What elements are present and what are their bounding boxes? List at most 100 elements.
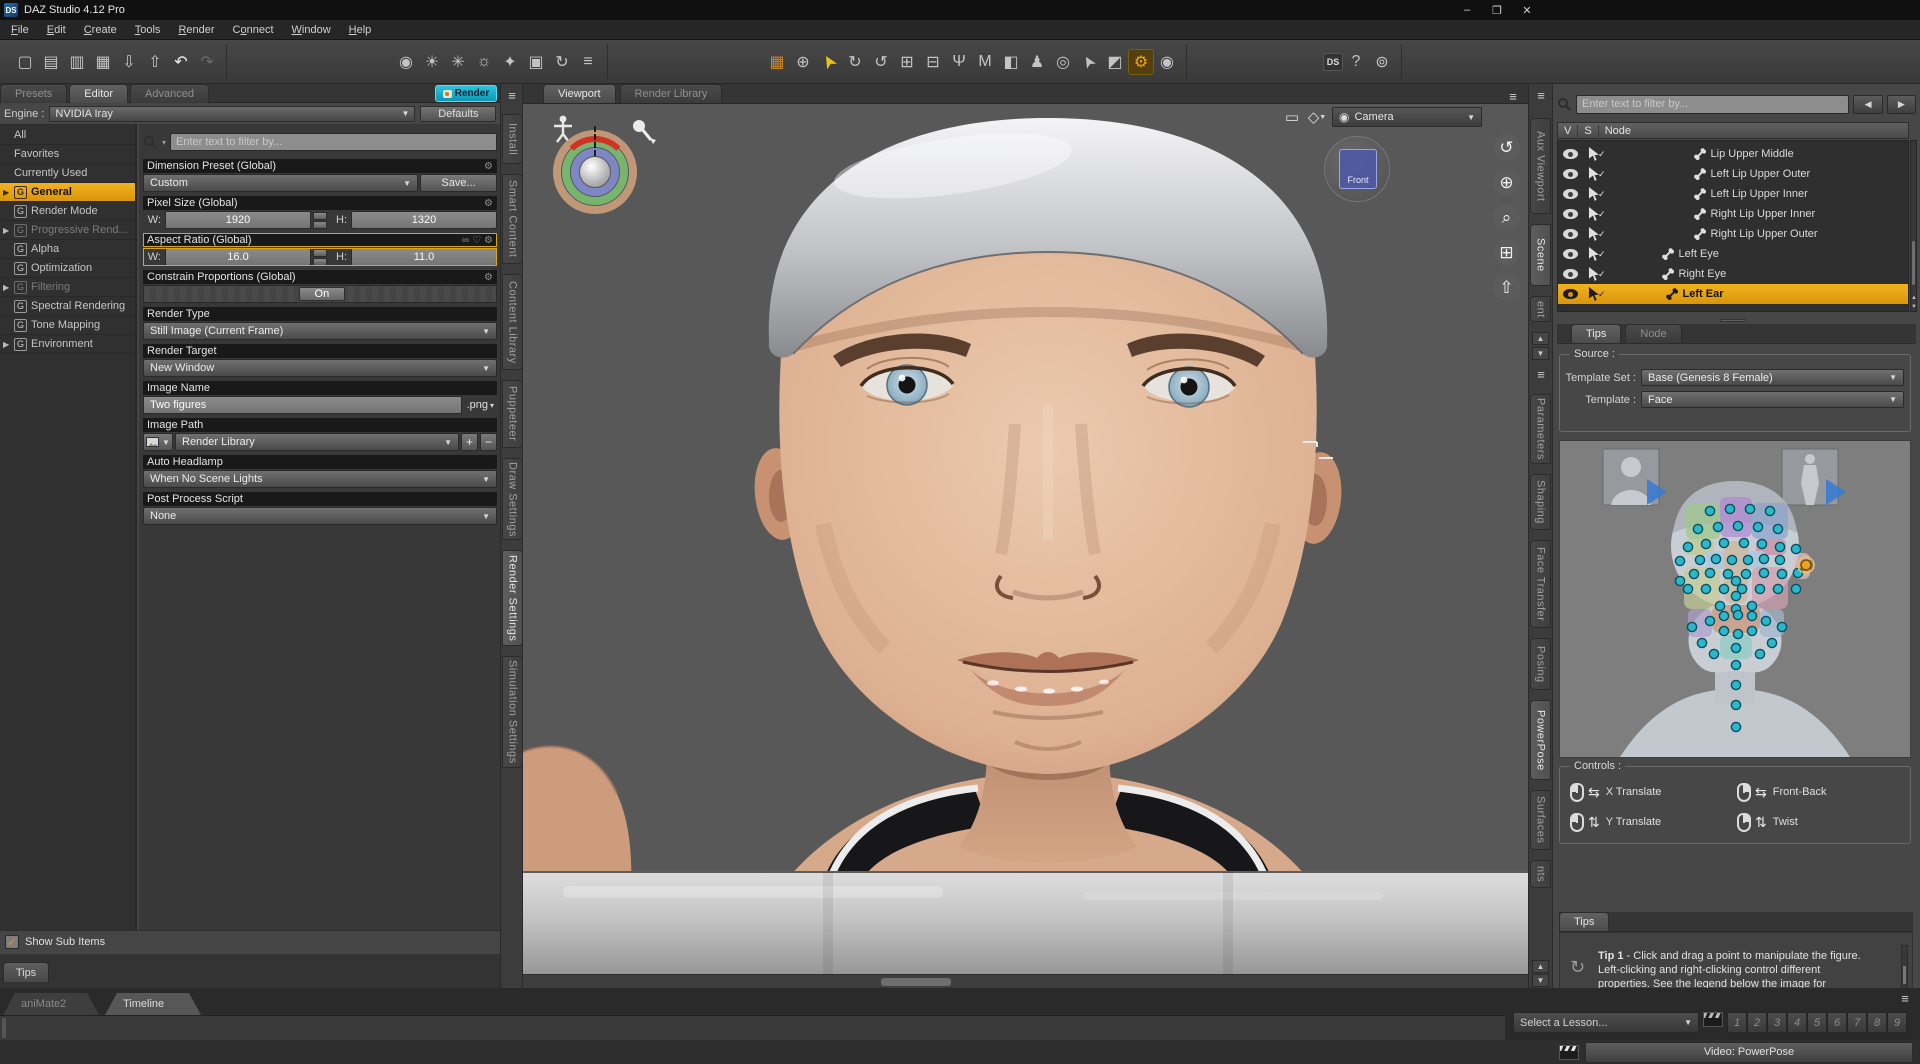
minimize-button[interactable]: – xyxy=(1452,1,1482,19)
export-icon[interactable]: ⇧ xyxy=(142,49,168,75)
category-progressive-rend-[interactable]: ▶GProgressive Rend... xyxy=(0,221,135,240)
dimension-preset-dropdown[interactable]: Custom▼ xyxy=(143,174,418,192)
orbit-rings-widget[interactable] xyxy=(553,130,637,214)
category-currently-used[interactable]: Currently Used xyxy=(0,164,135,183)
frame-tool-icon[interactable]: ⊞ xyxy=(1493,239,1520,266)
render-icon-icon[interactable]: ◉ xyxy=(1154,49,1180,75)
gear-icon[interactable]: ⚙ xyxy=(484,235,493,246)
menu-help[interactable]: Help xyxy=(340,21,381,39)
lesson-page-4[interactable]: 4 xyxy=(1787,1012,1807,1033)
pane-tab-nts[interactable]: nts xyxy=(1530,860,1551,888)
pane-tab-aux-viewport[interactable]: Aux Viewport xyxy=(1530,118,1551,214)
scene-node-row[interactable]: ✓ Right Lip Upper Outer xyxy=(1558,224,1908,244)
settings-filter-input[interactable] xyxy=(170,133,497,151)
scene-node-row[interactable]: ✓ Left Lip Upper Outer xyxy=(1558,164,1908,184)
pane-tab-surfaces[interactable]: Surfaces xyxy=(1530,790,1551,850)
menu-window[interactable]: Window xyxy=(283,21,340,39)
image-path-icon-button[interactable]: ▼ xyxy=(143,433,173,451)
inspector-tab-node[interactable]: Node xyxy=(1625,324,1681,343)
scene-node-row[interactable]: ✓ Left Ear xyxy=(1558,284,1908,304)
tab-presets[interactable]: Presets xyxy=(0,84,67,103)
pane-menu-icon[interactable]: ≡ xyxy=(1532,366,1550,382)
lesson-page-2[interactable]: 2 xyxy=(1747,1012,1767,1033)
lesson-page-9[interactable]: 9 xyxy=(1887,1012,1907,1033)
weight-brush-icon[interactable]: M xyxy=(972,49,998,75)
category-filtering[interactable]: ▶GFiltering xyxy=(0,278,135,297)
menu-render[interactable]: Render xyxy=(169,21,223,39)
lesson-page-8[interactable]: 8 xyxy=(1867,1012,1887,1033)
scene-node-row[interactable]: ✓ Left Eye xyxy=(1558,244,1908,264)
viewport-tool-icon[interactable]: ⊕ xyxy=(790,49,816,75)
scene-node-row[interactable]: ✓ Left Lip Upper Inner xyxy=(1558,184,1908,204)
setting-dropdown[interactable]: Still Image (Current Frame)▼ xyxy=(143,322,497,340)
pane-tab-powerpose[interactable]: PowerPose xyxy=(1530,700,1551,780)
online-icon[interactable]: ⊚ xyxy=(1369,49,1395,75)
category-favorites[interactable]: Favorites xyxy=(0,145,135,164)
aspect-frame-icon[interactable]: ▭ xyxy=(1282,108,1302,126)
heart-icon[interactable]: ♡ xyxy=(472,235,481,246)
scene-info-icon[interactable]: ≡ xyxy=(575,49,601,75)
bottom-tab-animate2[interactable]: aniMate2 xyxy=(3,993,99,1015)
column-v[interactable]: V xyxy=(1558,125,1578,137)
scene-filter-input[interactable] xyxy=(1576,95,1849,114)
visibility-eye-icon[interactable] xyxy=(1563,269,1578,279)
show-sub-items-checkbox[interactable]: ✓ xyxy=(5,935,19,949)
new-file-icon[interactable]: ▢ xyxy=(12,49,38,75)
remove-path-button[interactable]: − xyxy=(480,433,497,451)
menu-connect[interactable]: Connect xyxy=(224,21,283,39)
pane-tab-smart-content[interactable]: Smart Content xyxy=(502,174,523,264)
close-button[interactable]: ✕ xyxy=(1512,1,1542,19)
add-path-button[interactable]: + xyxy=(461,433,478,451)
image-name-field[interactable]: Two figures xyxy=(143,396,462,414)
height-field[interactable]: 1320 xyxy=(351,211,497,229)
save-as-icon[interactable]: ▥ xyxy=(64,49,90,75)
daz-store-icon[interactable]: DS xyxy=(1323,53,1343,71)
orbit-tool-icon[interactable]: ↺ xyxy=(868,49,894,75)
gear-icon[interactable]: ⚙ xyxy=(484,198,493,209)
pane-tab-install[interactable]: Install xyxy=(502,114,523,164)
spinner[interactable] xyxy=(313,248,327,266)
pane-menu-icon[interactable]: ≡ xyxy=(1532,87,1550,103)
surface-selection-icon[interactable]: ◩ xyxy=(1102,49,1128,75)
template-set-dropdown[interactable]: Base (Genesis 8 Female)▼ xyxy=(1641,369,1904,386)
engine-dropdown[interactable]: NVIDIA Iray▼ xyxy=(49,106,415,122)
open-file-icon[interactable]: ▤ xyxy=(38,49,64,75)
import-icon[interactable]: ⇩ xyxy=(116,49,142,75)
scene-scrollbar[interactable]: ▲ ▼ xyxy=(1910,140,1917,312)
inspector-tab-tips[interactable]: Tips xyxy=(1571,324,1621,343)
save-button[interactable]: Save... xyxy=(420,174,497,192)
pane-tab-scene[interactable]: Scene xyxy=(1530,224,1551,286)
category-general[interactable]: ▶GGeneral xyxy=(0,183,135,202)
menu-file[interactable]: File xyxy=(2,21,38,39)
geometry-editor-icon[interactable]: ◧ xyxy=(998,49,1024,75)
width-field[interactable]: 1920 xyxy=(165,211,311,229)
visibility-eye-icon[interactable] xyxy=(1563,229,1578,239)
gear-icon[interactable]: ⚙ xyxy=(484,161,493,172)
height-field[interactable]: 11.0 xyxy=(351,248,497,266)
pane-tab-parameters[interactable]: Parameters xyxy=(1530,394,1551,464)
link-icon[interactable]: ∞ xyxy=(462,235,469,246)
pane-tab-puppeteer[interactable]: Puppeteer xyxy=(502,380,523,448)
tab-scroll-up[interactable]: ▲ xyxy=(1532,332,1549,345)
lesson-page-7[interactable]: 7 xyxy=(1847,1012,1867,1033)
menu-create[interactable]: Create xyxy=(75,21,126,39)
lesson-page-6[interactable]: 6 xyxy=(1827,1012,1847,1033)
tab-viewport[interactable]: Viewport xyxy=(543,84,616,103)
gear-icon[interactable]: ⚙ xyxy=(484,272,493,283)
zoom-tool-icon[interactable]: ⌕ xyxy=(1493,204,1520,231)
tab-advanced[interactable]: Advanced xyxy=(130,84,209,103)
translate-tool-icon[interactable]: ⊞ xyxy=(894,49,920,75)
spinner[interactable] xyxy=(313,211,327,229)
column-node[interactable]: Node xyxy=(1599,125,1637,137)
setting-dropdown[interactable]: When No Scene Lights▼ xyxy=(143,470,497,488)
lesson-page-1[interactable]: 1 xyxy=(1727,1012,1747,1033)
left-tips-tab[interactable]: Tips xyxy=(3,962,49,982)
pane-splitter[interactable] xyxy=(1557,316,1909,324)
visibility-eye-icon[interactable] xyxy=(1563,209,1578,219)
lesson-dropdown[interactable]: Select a Lesson...▼ xyxy=(1513,1012,1699,1033)
pane-tab-draw-settings[interactable]: Draw Settings xyxy=(502,458,523,540)
new-spotlight-icon[interactable]: ☀ xyxy=(419,49,445,75)
pane-menu-icon[interactable]: ≡ xyxy=(503,87,521,103)
pan-tool-icon[interactable]: ⊕ xyxy=(1493,169,1520,196)
pane-tab-shaping[interactable]: Shaping xyxy=(1530,474,1551,530)
